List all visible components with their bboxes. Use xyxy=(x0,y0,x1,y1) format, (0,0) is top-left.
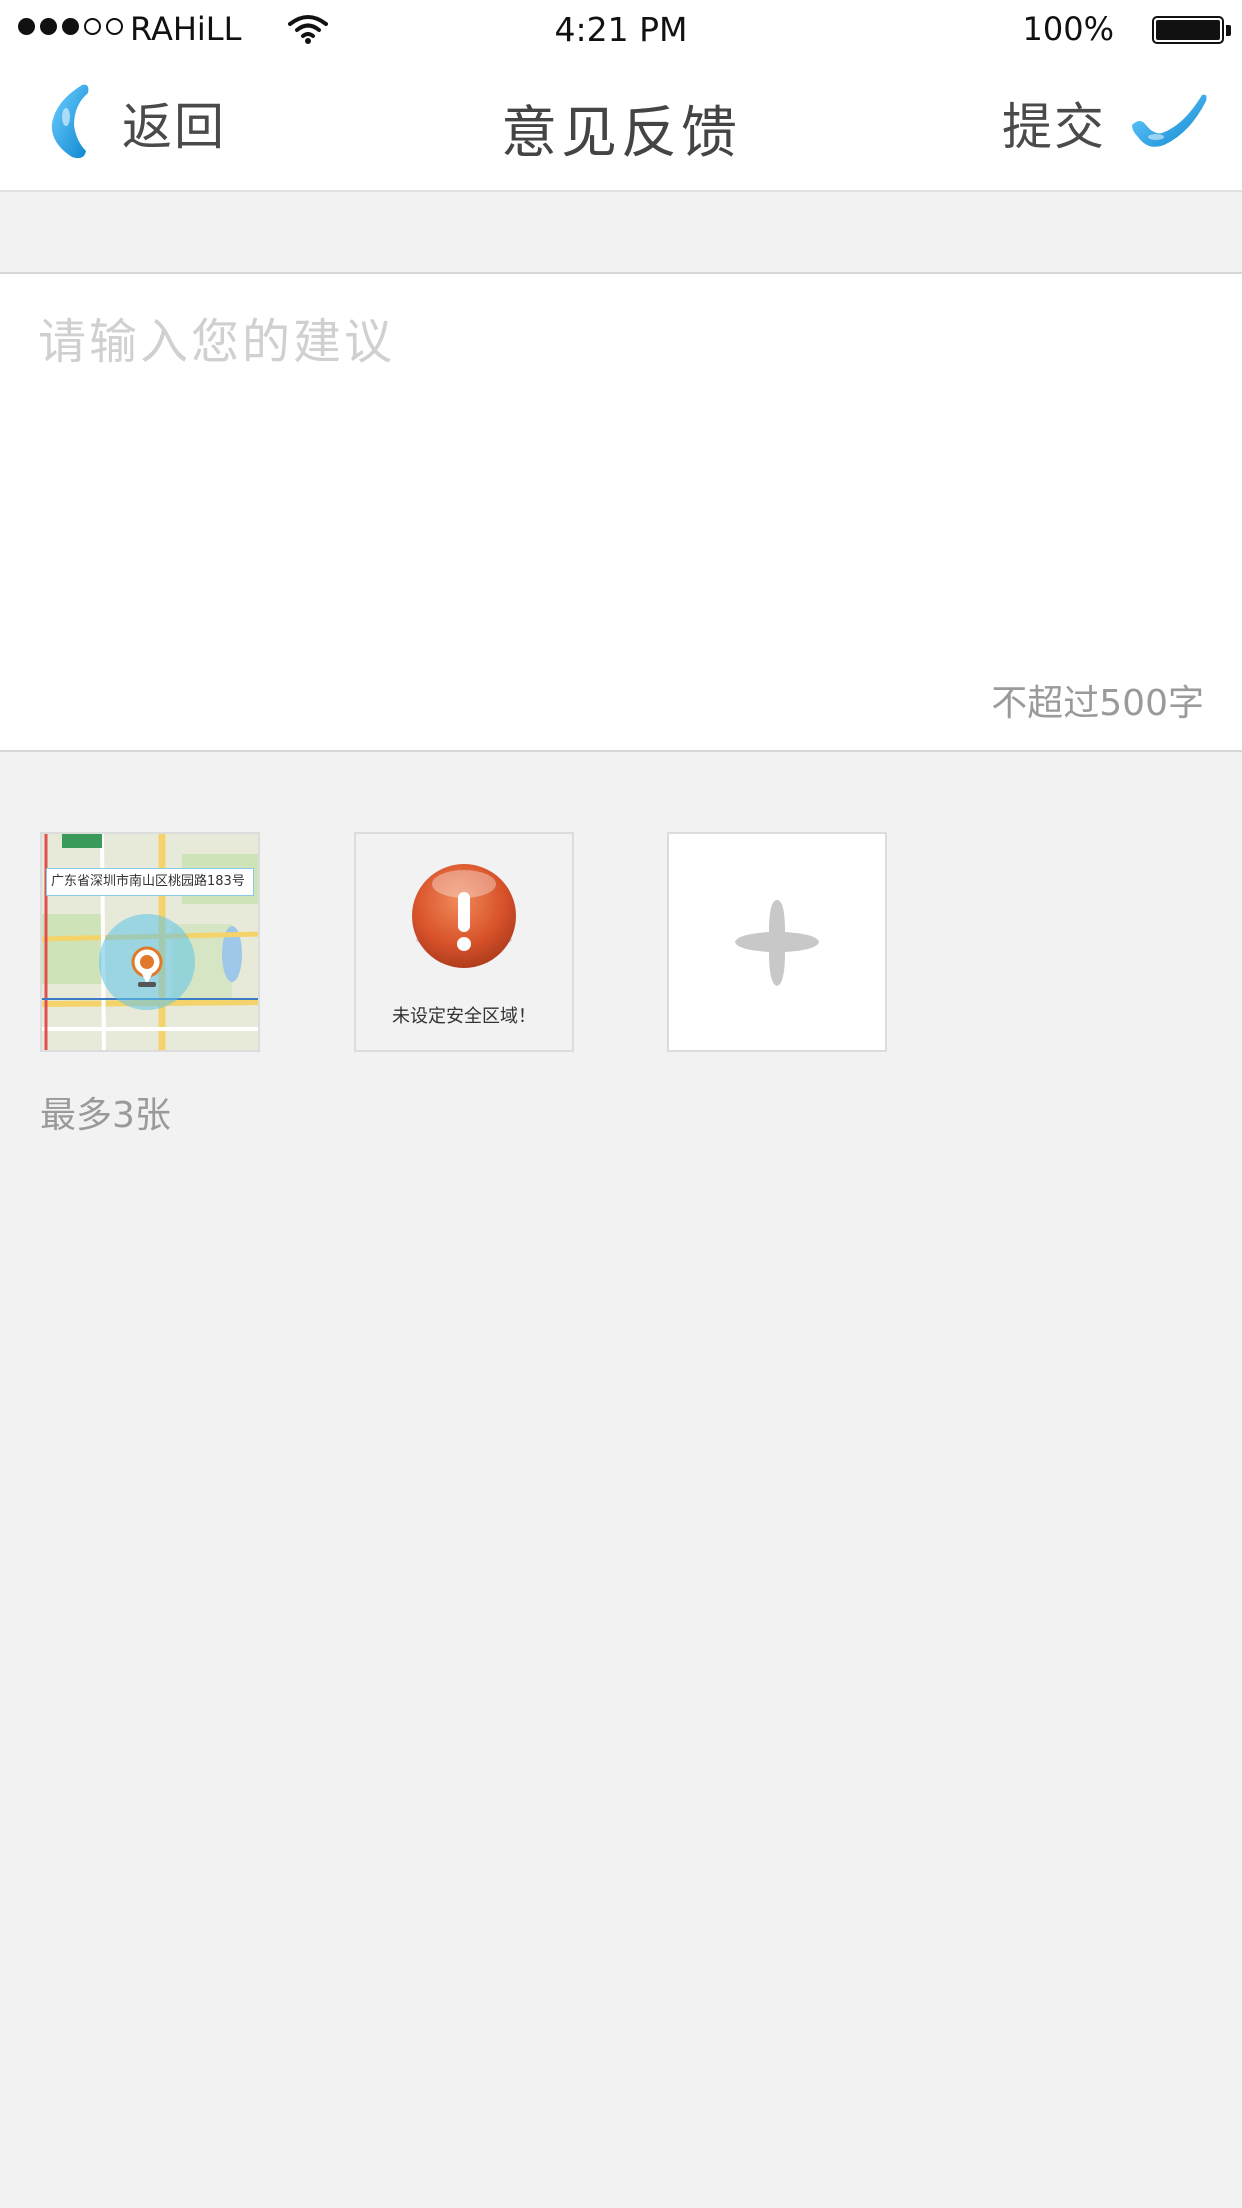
submit-button[interactable]: 提交 xyxy=(1002,78,1208,168)
submit-label: 提交 xyxy=(1002,98,1106,156)
map-screenshot-thumbnail[interactable]: 广东省深圳市南山区桃园路183号 xyxy=(40,832,260,1052)
feedback-input[interactable] xyxy=(38,302,1204,662)
alert-caption: 未设定安全区域！ xyxy=(392,1006,536,1027)
alert-icon xyxy=(412,864,516,968)
alert-screenshot-thumbnail[interactable]: 未设定安全区域！ xyxy=(354,832,574,1052)
char-limit-hint: 不超过500字 xyxy=(991,683,1204,724)
battery-icon xyxy=(1152,16,1224,44)
plus-icon xyxy=(735,900,819,986)
max-photos-note: 最多3张 xyxy=(40,1095,171,1136)
battery-percent: 100% xyxy=(1022,10,1114,48)
feedback-panel: 不超过500字 xyxy=(0,272,1242,752)
status-bar: RAHiLL 4:21 PM 100% xyxy=(0,0,1242,60)
add-photo-button[interactable] xyxy=(667,832,887,1052)
battery-tip xyxy=(1226,25,1231,36)
map-image xyxy=(42,834,258,1050)
navigation-bar: 返回 意见反馈 提交 xyxy=(0,60,1242,192)
map-address-label: 广东省深圳市南山区桃园路183号 xyxy=(46,868,254,896)
checkmark-icon xyxy=(1128,91,1208,155)
